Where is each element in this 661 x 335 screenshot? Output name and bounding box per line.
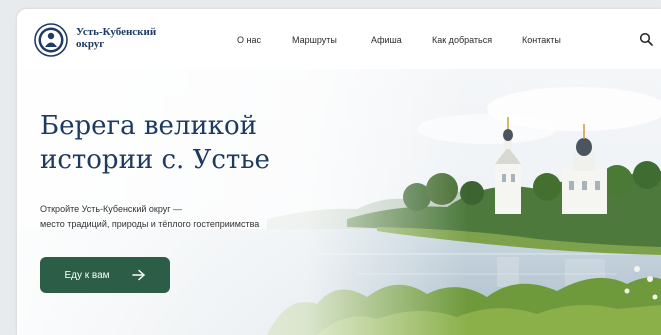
nav-item-routes[interactable]: Маршруты <box>292 35 337 45</box>
search-icon[interactable] <box>639 32 653 46</box>
nav-item-contacts[interactable]: Контакты <box>522 35 561 45</box>
hero-title: Берега великой истории с. Устье <box>40 109 340 177</box>
hero-subtitle: Откройте Усть-Кубенский округ — место тр… <box>40 202 370 232</box>
site-header: Усть-Кубенский округ О нас Маршруты Афиш… <box>17 9 661 69</box>
hero-section: Берега великой истории с. Устье Откройте… <box>17 69 661 335</box>
hero-subtitle-line-1: Откройте Усть-Кубенский округ — <box>40 204 183 214</box>
hero-subtitle-line-2: место традиций, природы и тёплого гостеп… <box>40 219 260 229</box>
emblem-logo-icon[interactable] <box>34 23 68 57</box>
brand-name[interactable]: Усть-Кубенский округ <box>76 26 186 50</box>
nav-item-about[interactable]: О нас <box>237 35 261 45</box>
nav-item-directions[interactable]: Как добраться <box>432 35 492 45</box>
nav-item-events[interactable]: Афиша <box>371 35 402 45</box>
arrow-right-icon <box>131 269 145 281</box>
hero-title-line-1: Берега великой <box>40 111 258 141</box>
page: Усть-Кубенский округ О нас Маршруты Афиш… <box>17 9 661 335</box>
hero-title-line-2: истории с. Устье <box>40 145 270 175</box>
cta-button-label: Еду к вам <box>64 269 110 281</box>
brand-line-2: округ <box>76 38 105 50</box>
cta-button[interactable]: Еду к вам <box>40 257 170 293</box>
brand-line-1: Усть-Кубенский <box>76 26 157 38</box>
